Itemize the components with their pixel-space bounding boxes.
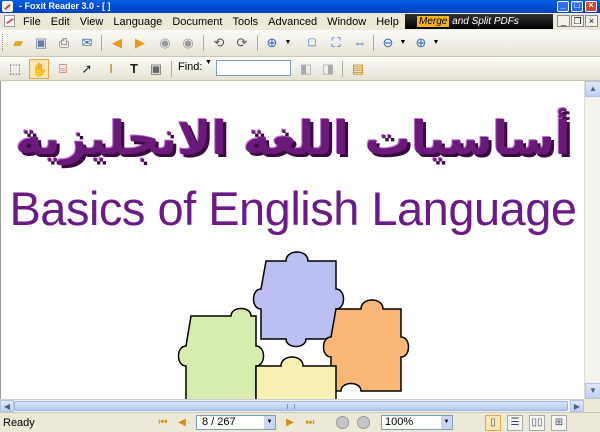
menu-tools[interactable]: Tools <box>227 16 263 28</box>
find-input[interactable] <box>216 60 291 76</box>
page-number-field[interactable]: 8 / 267 ▼ <box>196 415 276 430</box>
horizontal-scrollbar[interactable]: ◀ ▶ <box>0 399 584 412</box>
toolbar-grip[interactable] <box>2 34 5 51</box>
separator <box>373 35 374 51</box>
find-options-arrow[interactable]: ▼ <box>205 59 212 66</box>
menu-list: File Edit View Language Document Tools A… <box>18 16 404 28</box>
next-page-icon[interactable]: ▶ <box>130 33 150 53</box>
last-page-icon[interactable]: ⏭ <box>303 416 317 430</box>
menu-document[interactable]: Document <box>167 16 227 28</box>
close-button[interactable]: × <box>585 0 597 12</box>
print-icon[interactable]: ⎙ <box>54 33 74 53</box>
single-page-layout-icon[interactable]: ▯ <box>485 415 501 431</box>
go-back-status-icon[interactable] <box>336 416 349 429</box>
zoom-dropdown-arrow[interactable]: ▼ <box>441 416 452 429</box>
maximize-button[interactable]: □ <box>571 0 583 12</box>
scroll-up-button[interactable]: ▲ <box>585 81 600 97</box>
next-page-status-icon[interactable]: ▶ <box>283 416 297 430</box>
email-icon[interactable]: ✉ <box>77 33 97 53</box>
previous-page-icon[interactable]: ◀ <box>107 33 127 53</box>
fit-width-icon[interactable]: ⇔ <box>350 33 370 53</box>
go-forward-icon[interactable]: ◉ <box>178 33 198 53</box>
go-forward-status-icon[interactable] <box>357 416 370 429</box>
menu-language[interactable]: Language <box>108 16 167 28</box>
actual-size-icon[interactable]: ▢ <box>302 33 322 53</box>
save-icon[interactable]: ▣ <box>31 33 51 53</box>
arabic-title: أساسيات اللغة الانجليزية <box>15 111 571 165</box>
hand-tool-icon[interactable]: ✋ <box>29 59 49 79</box>
zoom-in-tool-icon[interactable]: ⊕ <box>262 33 282 53</box>
zoom-tool-dropdown-arrow[interactable]: ▼ <box>284 33 292 53</box>
find-next-icon[interactable]: ◨ <box>318 59 338 79</box>
menu-help[interactable]: Help <box>371 16 404 28</box>
rotate-right-icon[interactable]: ⟳ <box>232 33 252 53</box>
status-text: Ready <box>3 417 35 429</box>
zoom-in-icon[interactable]: ⊕ <box>411 33 431 53</box>
horizontal-scroll-thumb[interactable] <box>14 401 568 411</box>
doc-close-button[interactable]: × <box>585 15 598 27</box>
scroll-right-button[interactable]: ▶ <box>570 400 584 412</box>
document-view[interactable]: أساسيات اللغة الانجليزية Basics of Engli… <box>0 81 584 399</box>
facing-layout-icon[interactable]: ▯▯ <box>529 415 545 431</box>
snapshot-icon[interactable]: ⌸ <box>53 59 73 79</box>
first-page-icon[interactable]: ⏮ <box>156 416 170 430</box>
foxit-app-icon[interactable] <box>2 1 13 12</box>
zoom-field[interactable]: 100% ▼ <box>381 415 453 430</box>
main-toolbar: ▰ ▣ ⎙ ✉ ◀ ▶ ◉ ◉ ⟲ ⟳ ⊕ ▼ ▢ ⛶ ⇔ ⊖ ▼ ⊕ ▼ <box>0 30 600 57</box>
select-text-icon[interactable]: ⬚ <box>5 59 25 79</box>
title-bar: - Foxit Reader 3.0 - [ ] _ □ × <box>0 0 600 13</box>
separator <box>342 61 343 77</box>
vertical-scrollbar[interactable]: ▲ ▼ <box>584 81 600 399</box>
document-menu-icon[interactable] <box>4 15 15 27</box>
minimize-button[interactable]: _ <box>557 0 569 12</box>
doc-restore-button[interactable]: ❐ <box>571 15 584 27</box>
english-title: Basics of English Language <box>9 182 577 235</box>
scroll-left-button[interactable]: ◀ <box>0 400 14 412</box>
go-back-icon[interactable]: ◉ <box>155 33 175 53</box>
typewriter-icon[interactable]: T <box>124 59 144 79</box>
continuous-layout-icon[interactable]: ☰ <box>507 415 523 431</box>
doc-minimize-button[interactable]: _ <box>557 15 570 27</box>
menu-edit[interactable]: Edit <box>46 16 75 28</box>
zoom-out-icon[interactable]: ⊖ <box>378 33 398 53</box>
window-title: - Foxit Reader 3.0 - [ ] <box>19 1 111 11</box>
ad-highlight: Merge <box>417 16 450 27</box>
open-folder-icon[interactable]: ▰ <box>8 33 28 53</box>
page-number-value: 8 / 267 <box>202 416 236 428</box>
rotate-left-icon[interactable]: ⟲ <box>209 33 229 53</box>
image-icon[interactable]: ▣ <box>146 59 166 79</box>
find-previous-icon[interactable]: ◧ <box>296 59 316 79</box>
pointer-icon[interactable]: ➚ <box>77 59 97 79</box>
menu-file[interactable]: File <box>18 16 46 28</box>
zoom-in-dropdown-arrow[interactable]: ▼ <box>432 33 440 53</box>
separator <box>171 61 172 77</box>
page-dropdown-arrow[interactable]: ▼ <box>264 416 275 429</box>
puzzle-pieces-image <box>177 251 410 399</box>
fit-page-icon[interactable]: ⛶ <box>326 33 346 53</box>
menu-bar: File Edit View Language Document Tools A… <box>0 13 600 30</box>
separator <box>257 35 258 51</box>
zoom-out-dropdown-arrow[interactable]: ▼ <box>399 33 407 53</box>
menu-window[interactable]: Window <box>322 16 371 28</box>
separator <box>101 35 102 51</box>
ad-text: and Split PDFs <box>452 16 519 27</box>
zoom-value: 100% <box>385 416 414 428</box>
tools-toolbar: ⬚ ✋ ⌸ ➚ I T ▣ Find: ▼ ◧ ◨ ▤ <box>0 57 600 81</box>
menu-advanced[interactable]: Advanced <box>263 16 322 28</box>
merge-split-ad-banner[interactable]: Merge and Split PDFs <box>405 14 553 29</box>
status-bar: Ready ⏮ ◀ 8 / 267 ▼ ▶ ⏭ 100% ▼ ▯ ☰ ▯▯ ⊞ <box>0 412 600 432</box>
separator <box>203 35 204 51</box>
continuous-facing-layout-icon[interactable]: ⊞ <box>551 415 567 431</box>
text-selection-icon[interactable]: I <box>101 59 121 79</box>
previous-page-status-icon[interactable]: ◀ <box>175 416 189 430</box>
scroll-down-button[interactable]: ▼ <box>585 383 600 399</box>
find-label: Find: <box>178 61 203 73</box>
film-strip-icon[interactable]: ▤ <box>348 59 368 79</box>
scrollbar-corner <box>584 399 600 412</box>
menu-view[interactable]: View <box>75 16 109 28</box>
